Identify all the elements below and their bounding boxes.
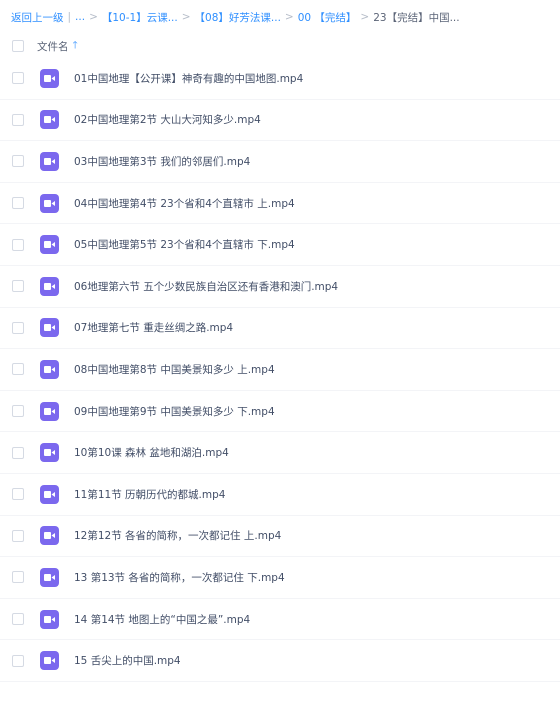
video-file-icon	[40, 276, 59, 296]
file-name[interactable]: 01中国地理【公开课】神奇有趣的中国地图.mp4	[74, 71, 303, 86]
file-name[interactable]: 03中国地理第3节 我们的邻居们.mp4	[74, 154, 250, 169]
breadcrumb-item-2[interactable]: 【08】好芳法课...	[195, 10, 281, 25]
file-name[interactable]: 15 舌尖上的中国.mp4	[74, 653, 181, 668]
breadcrumb-separator: >	[89, 11, 98, 23]
breadcrumb-separator: >	[284, 11, 294, 23]
video-file-icon	[40, 526, 59, 546]
row-checkbox[interactable]	[12, 113, 24, 126]
file-row[interactable]: 10第10课 森林 盆地和湖泊.mp4	[0, 432, 560, 474]
file-row[interactable]: 07地理第七节 重走丝绸之路.mp4	[0, 308, 560, 350]
video-file-icon	[40, 484, 59, 504]
back-link[interactable]: 返回上一级	[11, 10, 64, 25]
row-checkbox[interactable]	[12, 571, 24, 584]
file-name[interactable]: 12第12节 各省的简称，一次都记住 上.mp4	[74, 528, 281, 543]
row-checkbox[interactable]	[12, 613, 24, 626]
file-name[interactable]: 09中国地理第9节 中国美景知多少 下.mp4	[74, 404, 275, 419]
video-file-icon	[40, 193, 59, 213]
breadcrumb-current: 23【完结】中国...	[373, 11, 460, 24]
breadcrumb-separator: >	[181, 11, 191, 23]
breadcrumb-ellipsis[interactable]: ...	[75, 11, 85, 23]
video-file-icon	[40, 151, 59, 171]
file-row[interactable]: 13 第13节 各省的简称，一次都记住 下.mp4	[0, 557, 560, 599]
file-row[interactable]: 04中国地理第4节 23个省和4个直辖市 上.mp4	[0, 183, 560, 225]
file-name[interactable]: 13 第13节 各省的简称，一次都记住 下.mp4	[74, 570, 285, 585]
row-checkbox[interactable]	[12, 529, 24, 542]
file-row[interactable]: 01中国地理【公开课】神奇有趣的中国地图.mp4	[0, 58, 560, 100]
list-header: 文件名 🡑	[0, 34, 560, 58]
video-file-icon	[40, 235, 59, 255]
breadcrumb-item-1[interactable]: 【10-1】云课...	[102, 10, 178, 25]
video-file-icon	[40, 567, 59, 587]
file-name[interactable]: 10第10课 森林 盆地和湖泊.mp4	[74, 445, 229, 460]
row-checkbox[interactable]	[12, 321, 24, 334]
arrow-up-icon[interactable]: 🡑	[73, 38, 78, 55]
breadcrumb-separator: >	[360, 11, 370, 23]
video-file-icon	[40, 401, 59, 421]
row-checkbox[interactable]	[12, 280, 24, 293]
row-checkbox[interactable]	[12, 446, 24, 459]
row-checkbox[interactable]	[12, 238, 24, 251]
row-checkbox[interactable]	[12, 488, 24, 501]
filename-column-header[interactable]: 文件名	[37, 39, 69, 54]
file-name[interactable]: 05中国地理第5节 23个省和4个直辖市 下.mp4	[74, 237, 295, 252]
file-row[interactable]: 02中国地理第2节 大山大河知多少.mp4	[0, 100, 560, 142]
video-file-icon	[40, 110, 59, 130]
file-name[interactable]: 06地理第六节 五个少数民族自治区还有香港和澳门.mp4	[74, 279, 338, 294]
select-all-checkbox[interactable]	[12, 40, 24, 52]
breadcrumb-item-3[interactable]: 00 【完结】	[298, 10, 357, 25]
video-file-icon	[40, 359, 59, 379]
video-file-icon	[40, 651, 59, 671]
file-name[interactable]: 04中国地理第4节 23个省和4个直辖市 上.mp4	[74, 196, 295, 211]
row-checkbox[interactable]	[12, 363, 24, 376]
video-file-icon	[40, 68, 59, 88]
file-row[interactable]: 14 第14节 地图上的“中国之最”.mp4	[0, 599, 560, 641]
file-row[interactable]: 05中国地理第5节 23个省和4个直辖市 下.mp4	[0, 224, 560, 266]
file-list: 01中国地理【公开课】神奇有趣的中国地图.mp4 02中国地理第2节 大山大河知多…	[0, 58, 560, 682]
breadcrumb-divider: |	[67, 11, 72, 23]
file-name[interactable]: 07地理第七节 重走丝绸之路.mp4	[74, 320, 233, 335]
file-row[interactable]: 06地理第六节 五个少数民族自治区还有香港和澳门.mp4	[0, 266, 560, 308]
file-name[interactable]: 08中国地理第8节 中国美景知多少 上.mp4	[74, 362, 275, 377]
row-checkbox[interactable]	[12, 72, 24, 85]
file-row[interactable]: 15 舌尖上的中国.mp4	[0, 640, 560, 682]
file-row[interactable]: 03中国地理第3节 我们的邻居们.mp4	[0, 141, 560, 183]
file-name[interactable]: 11第11节 历朝历代的都城.mp4	[74, 487, 225, 502]
video-file-icon	[40, 609, 59, 629]
row-checkbox[interactable]	[12, 405, 24, 418]
row-checkbox[interactable]	[12, 197, 24, 210]
breadcrumb: 返回上一级 | ... > 【10-1】云课... > 【08】好芳法课... …	[0, 0, 560, 34]
row-checkbox[interactable]	[12, 155, 24, 168]
file-row[interactable]: 11第11节 历朝历代的都城.mp4	[0, 474, 560, 516]
file-row[interactable]: 09中国地理第9节 中国美景知多少 下.mp4	[0, 391, 560, 433]
video-file-icon	[40, 318, 59, 338]
row-checkbox[interactable]	[12, 654, 24, 667]
video-file-icon	[40, 443, 59, 463]
file-name[interactable]: 14 第14节 地图上的“中国之最”.mp4	[74, 612, 250, 627]
file-name[interactable]: 02中国地理第2节 大山大河知多少.mp4	[74, 112, 261, 127]
file-row[interactable]: 08中国地理第8节 中国美景知多少 上.mp4	[0, 349, 560, 391]
file-row[interactable]: 12第12节 各省的简称，一次都记住 上.mp4	[0, 516, 560, 558]
